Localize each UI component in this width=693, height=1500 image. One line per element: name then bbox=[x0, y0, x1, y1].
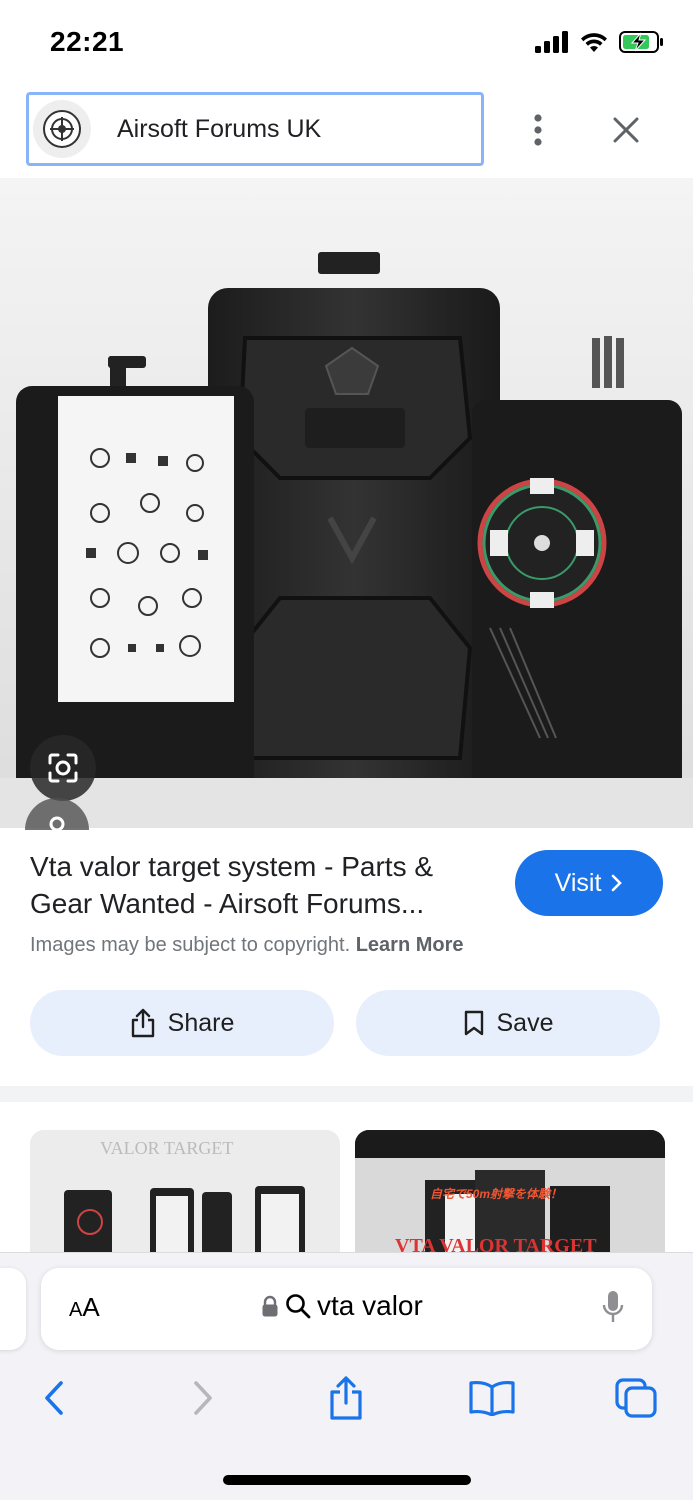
home-indicator bbox=[223, 1475, 471, 1485]
previous-tab-preview[interactable] bbox=[0, 1268, 26, 1350]
lens-search-secondary-button[interactable] bbox=[24, 790, 90, 830]
related-image-2[interactable]: 自宅で50m射撃を体験！ VTA VALOR TARGET bbox=[355, 1130, 665, 1260]
forward-button[interactable] bbox=[175, 1370, 231, 1426]
save-button[interactable]: Save bbox=[356, 990, 660, 1056]
status-time: 22:21 bbox=[50, 26, 125, 57]
save-label: Save bbox=[496, 1008, 554, 1037]
share-label: Share bbox=[167, 1008, 235, 1037]
learn-more-link[interactable]: Learn More bbox=[356, 934, 464, 956]
more-vert-icon bbox=[534, 114, 542, 146]
bookmark-icon bbox=[464, 1010, 483, 1036]
address-bar[interactable]: AA vta valor bbox=[41, 1268, 652, 1350]
back-button[interactable] bbox=[26, 1370, 82, 1426]
text-size-small-label: A bbox=[69, 1299, 83, 1321]
chevron-right-icon bbox=[194, 1381, 212, 1415]
lock-icon bbox=[262, 1295, 278, 1317]
address-content[interactable]: vta valor bbox=[261, 1290, 423, 1322]
text-size-button[interactable]: AA bbox=[69, 1292, 100, 1323]
status-bar: 22:21 bbox=[0, 0, 693, 88]
lens-icon bbox=[48, 753, 78, 783]
source-bar[interactable]: Airsoft Forums UK bbox=[26, 92, 484, 166]
result-image[interactable] bbox=[0, 178, 693, 828]
close-button[interactable] bbox=[606, 110, 646, 150]
browser-share-button[interactable] bbox=[318, 1370, 374, 1426]
share-button[interactable]: Share bbox=[30, 990, 334, 1056]
svg-text:自宅で50m射撃を体験！: 自宅で50m射撃を体験！ bbox=[430, 1187, 562, 1201]
search-icon bbox=[286, 1294, 311, 1319]
tabs-icon bbox=[615, 1378, 657, 1418]
visit-button[interactable]: Visit bbox=[515, 850, 663, 916]
more-options-button[interactable] bbox=[520, 110, 556, 150]
site-logo-icon bbox=[33, 100, 91, 158]
section-divider bbox=[0, 1086, 693, 1102]
signal-icon bbox=[535, 31, 568, 53]
book-icon bbox=[469, 1381, 515, 1416]
microphone-icon bbox=[602, 1291, 624, 1322]
chevron-right-icon bbox=[612, 874, 623, 892]
share-icon bbox=[330, 1376, 362, 1420]
copyright-notice: Images may be subject to copyright. Lear… bbox=[30, 934, 464, 957]
status-icons bbox=[535, 30, 665, 54]
copyright-text: Images may be subject to copyright. bbox=[30, 934, 351, 956]
tabs-button[interactable] bbox=[608, 1370, 664, 1426]
battery-charging-icon bbox=[619, 31, 663, 53]
text-size-large-label: A bbox=[82, 1292, 100, 1322]
result-title[interactable]: Vta valor target system - Parts & Gear W… bbox=[30, 848, 500, 922]
visit-label: Visit bbox=[554, 868, 602, 897]
thumb-1-caption: VALOR TARGET bbox=[100, 1138, 233, 1158]
microphone-button[interactable] bbox=[602, 1290, 624, 1329]
wifi-icon bbox=[581, 33, 607, 52]
close-icon bbox=[613, 117, 639, 143]
source-title: Airsoft Forums UK bbox=[117, 114, 322, 143]
address-text: vta valor bbox=[317, 1290, 423, 1321]
share-icon bbox=[131, 1008, 154, 1038]
bookmarks-button[interactable] bbox=[464, 1370, 520, 1426]
related-image-1[interactable]: VALOR TARGET bbox=[30, 1130, 340, 1260]
chevron-left-icon bbox=[45, 1381, 63, 1415]
